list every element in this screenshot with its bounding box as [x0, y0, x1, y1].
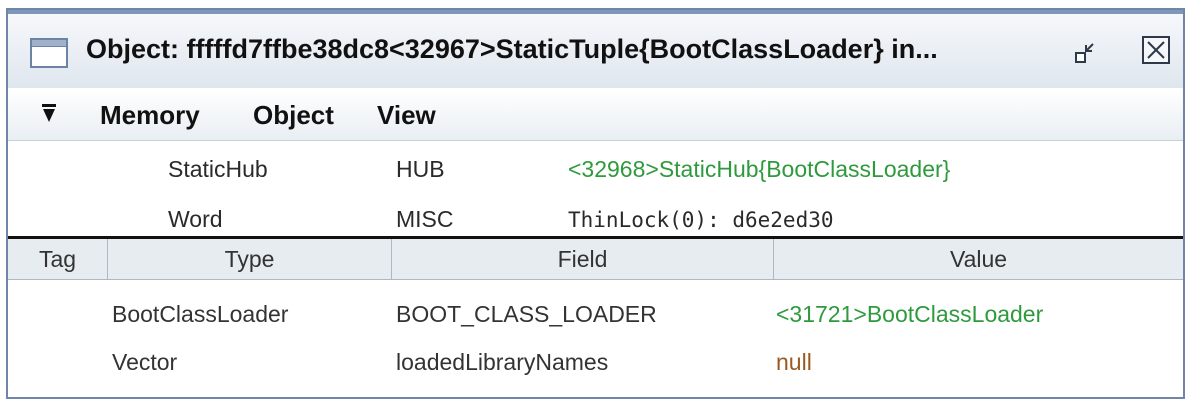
- cell-type: Vector: [112, 349, 178, 375]
- inspector-window: Object: fffffd7ffbe38dc8<32967>StaticTup…: [6, 8, 1185, 399]
- table-header: Tag Type Field Value: [8, 239, 1183, 280]
- header-name: StaticHub: [168, 156, 268, 182]
- header-row-statichub: StaticHub HUB <32968>StaticHub{BootClass…: [8, 146, 1183, 194]
- cell-value: null: [776, 349, 812, 375]
- window-icon: [30, 38, 68, 68]
- column-header-tag[interactable]: Tag: [8, 239, 108, 279]
- header-value: ThinLock(0): d6e2ed30: [568, 208, 834, 232]
- column-header-type[interactable]: Type: [108, 239, 392, 279]
- header-kind: HUB: [396, 156, 445, 182]
- window-title: Object: fffffd7ffbe38dc8<32967>StaticTup…: [86, 34, 938, 64]
- close-icon[interactable]: [1142, 36, 1170, 64]
- column-header-field[interactable]: Field: [392, 239, 774, 279]
- table-row[interactable]: Vector loadedLibraryNames null: [8, 339, 1183, 387]
- header-value-link[interactable]: <32968>StaticHub{BootClassLoader}: [568, 156, 950, 183]
- header-name: Word: [168, 206, 223, 232]
- cell-type: BootClassLoader: [112, 301, 289, 327]
- cell-field: BOOT_CLASS_LOADER: [396, 301, 657, 327]
- header-kind: MISC: [396, 206, 454, 232]
- menu-object[interactable]: Object: [253, 100, 334, 131]
- menu-memory[interactable]: Memory: [100, 100, 200, 131]
- triangle-down-icon[interactable]: [40, 102, 58, 124]
- restore-icon[interactable]: [1074, 42, 1094, 64]
- cell-value-link[interactable]: <31721>BootClassLoader: [776, 301, 1043, 328]
- menu-bar: Memory Object View: [8, 88, 1183, 141]
- column-header-value[interactable]: Value: [774, 239, 1183, 279]
- menu-view[interactable]: View: [377, 100, 436, 131]
- close-x-glyph: [1147, 41, 1165, 59]
- cell-field: loadedLibraryNames: [396, 349, 609, 375]
- table-row[interactable]: BootClassLoader BOOT_CLASS_LOADER <31721…: [8, 291, 1183, 339]
- title-bar[interactable]: Object: fffffd7ffbe38dc8<32967>StaticTup…: [8, 14, 1183, 89]
